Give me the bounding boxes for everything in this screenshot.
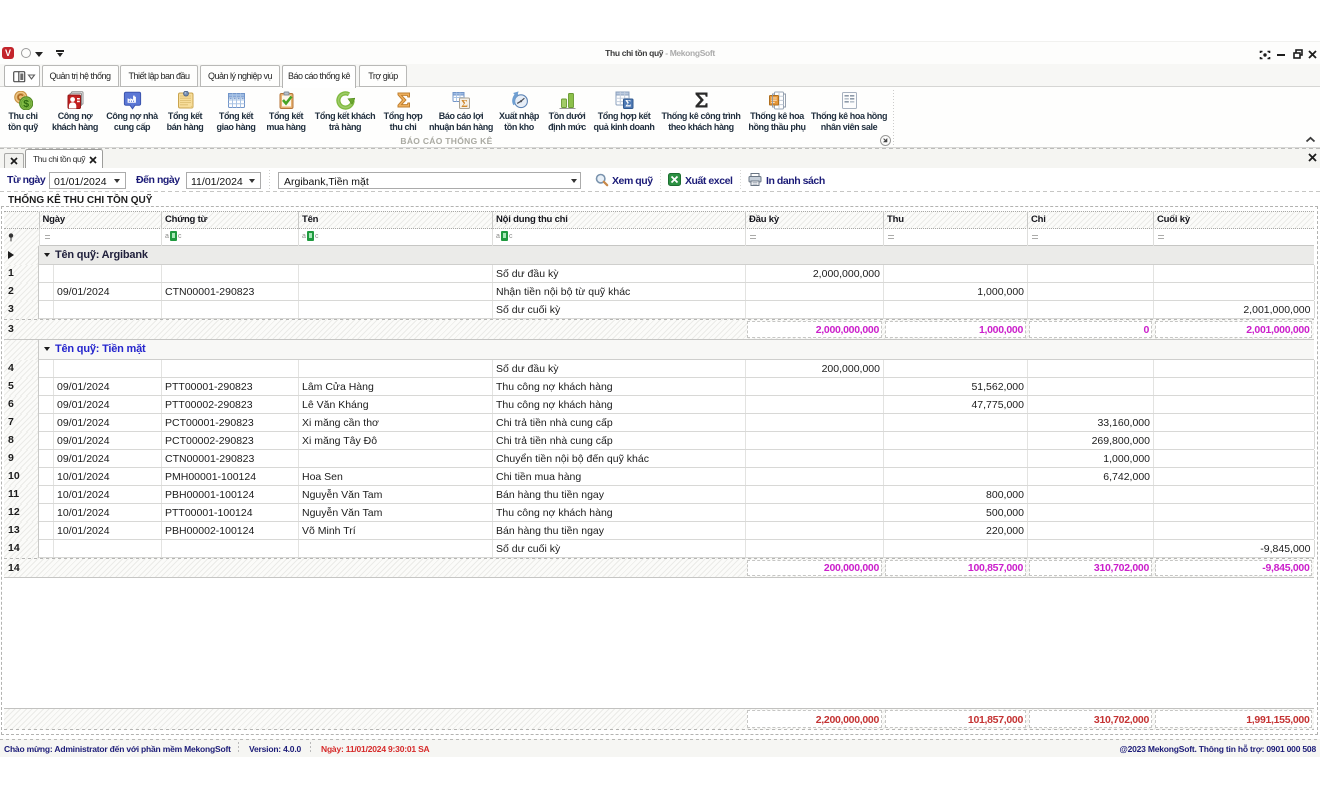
svg-text:$: $ bbox=[23, 98, 29, 110]
svg-text:Σ: Σ bbox=[625, 99, 631, 109]
svg-text:Σ: Σ bbox=[461, 99, 468, 110]
